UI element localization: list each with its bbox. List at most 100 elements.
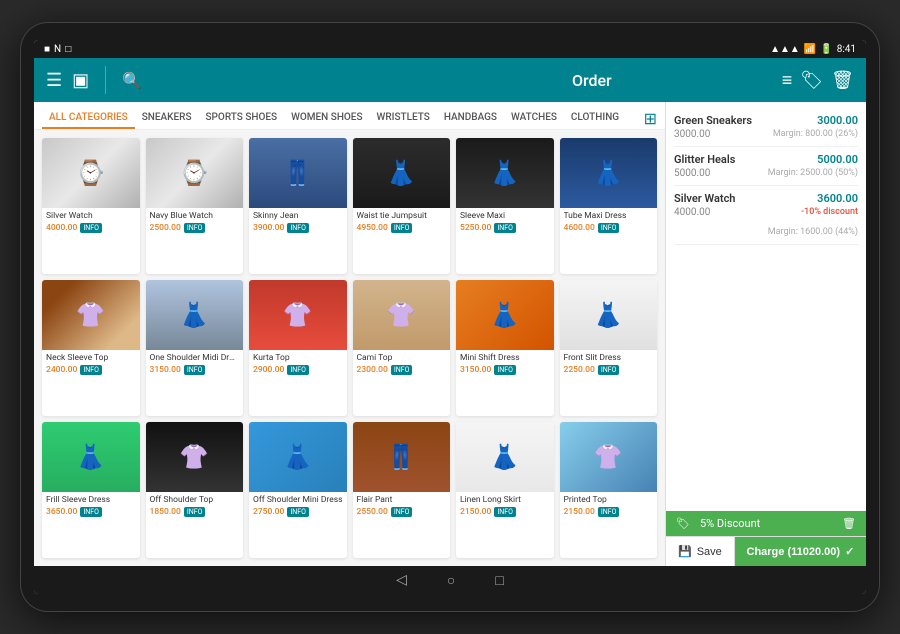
product-price-15: 2550.00 [357,507,388,517]
app-toolbar: ☰ ▣ 🔍 Order ≡ 🏷 🗑 [34,58,866,102]
product-info-badge-7[interactable]: INFO [184,365,206,375]
tag-icon[interactable]: 🏷 [800,70,823,91]
product-card-9[interactable]: 👚Cami Top2300.00INFO [353,280,451,416]
tab-clothing[interactable]: CLOTHING [564,108,626,129]
order-item-glitter-heals: Glitter Heals 5000.00 5000.00 Margin: 25… [674,147,858,186]
product-info-badge-2[interactable]: INFO [287,223,309,233]
product-card-4[interactable]: 👗Sleeve Maxi5250.00INFO [456,138,554,274]
tablet-frame: ■ N □ ▲▲▲ 📶 🔋 8:41 ☰ ▣ 🔍 Order [20,22,880,612]
product-info-badge-9[interactable]: INFO [391,365,413,375]
item-name-3: Silver Watch [674,192,735,205]
product-info-badge-8[interactable]: INFO [287,365,309,375]
toolbar-divider [105,66,106,94]
product-card-2[interactable]: 👖Skinny Jean3900.00INFO [249,138,347,274]
toolbar-right: ≡ 🏷 🗑 [782,70,854,91]
signal-icon: ▲▲▲ [770,44,800,55]
home-button[interactable]: ○ [447,572,455,589]
menu-icon[interactable]: ☰ [46,70,62,91]
product-info-badge-3[interactable]: INFO [391,223,413,233]
product-card-16[interactable]: 👗Linen Long Skirt2150.00INFO [456,422,554,558]
product-card-1[interactable]: ⌚Navy Blue Watch2500.00INFO [146,138,244,274]
product-card-15[interactable]: 👖Flair Pant2550.00INFO [353,422,451,558]
charge-icon: ✓ [845,545,854,558]
order-panel: Green Sneakers 3000.00 3000.00 Margin: 8… [666,102,866,566]
tab-handbags[interactable]: HANDBAGS [437,108,504,129]
product-card-12[interactable]: 👗Frill Sleeve Dress3650.00INFO [42,422,140,558]
product-card-17[interactable]: 👚Printed Top2150.00INFO [560,422,658,558]
product-info-badge-12[interactable]: INFO [80,507,102,517]
product-name-10: Mini Shift Dress [460,353,550,363]
product-card-14[interactable]: 👗Off Shoulder Mini Dress2750.00INFO [249,422,347,558]
item-price-1: 3000.00 [817,114,858,127]
order-items-list: Green Sneakers 3000.00 3000.00 Margin: 8… [666,102,866,511]
sort-icon[interactable]: ≡ [782,70,793,91]
product-price-5: 4600.00 [564,223,595,233]
tab-wristlets[interactable]: WRISTLETS [370,108,437,129]
discount-bar: 🏷 5% Discount 🗑 [666,511,866,536]
product-price-3: 4950.00 [357,223,388,233]
save-label: Save [697,546,722,558]
main-content: ALL CATEGORIES SNEAKERS SPORTS SHOES WOM… [34,102,866,566]
product-price-4: 5250.00 [460,223,491,233]
product-info-badge-15[interactable]: INFO [391,507,413,517]
item-margin-2: Margin: 2500.00 (50%) [768,168,858,179]
product-card-3[interactable]: 👗Waist tie Jumpsuit4950.00INFO [353,138,451,274]
discount-delete-icon[interactable]: 🗑 [842,517,856,530]
product-price-17: 2150.00 [564,507,595,517]
item-margin-1: Margin: 800.00 (26%) [773,129,858,140]
product-info-badge-17[interactable]: INFO [598,507,620,517]
item-discount-3: -10% discount [801,207,858,218]
product-card-8[interactable]: 👚Kurta Top2900.00INFO [249,280,347,416]
item-price-2: 5000.00 [817,153,858,166]
product-info-badge-5[interactable]: INFO [598,223,620,233]
product-info-badge-4[interactable]: INFO [494,223,516,233]
tab-sneakers[interactable]: SNEAKERS [135,108,199,129]
tab-women-shoes[interactable]: WOMEN SHOES [284,108,369,129]
product-card-13[interactable]: 👚Off Shoulder Top1850.00INFO [146,422,244,558]
product-card-7[interactable]: 👗One Shoulder Midi Dress3150.00INFO [146,280,244,416]
product-info-badge-13[interactable]: INFO [184,507,206,517]
item-subtotal-2: 5000.00 [674,168,710,179]
product-info-badge-10[interactable]: INFO [494,365,516,375]
recents-button[interactable]: □ [495,572,503,589]
product-name-14: Off Shoulder Mini Dress [253,495,343,505]
product-card-11[interactable]: 👗Front Slit Dress2250.00INFO [560,280,658,416]
status-icon-2: N [54,44,61,55]
charge-button[interactable]: Charge (11020.00) ✓ [735,537,866,566]
product-info-badge-6[interactable]: INFO [80,365,102,375]
back-button[interactable]: ◁ [396,572,407,588]
product-card-10[interactable]: 👗Mini Shift Dress3150.00INFO [456,280,554,416]
products-grid: ⌚Silver Watch4000.00INFO⌚Navy Blue Watch… [34,130,665,566]
square-icon[interactable]: ▣ [72,70,89,91]
status-left-icons: ■ N □ [44,44,71,55]
charge-label: Charge (11020.00) [747,546,841,558]
status-bar: ■ N □ ▲▲▲ 📶 🔋 8:41 [34,40,866,58]
product-name-1: Navy Blue Watch [150,211,240,221]
product-info-badge-11[interactable]: INFO [598,365,620,375]
product-name-7: One Shoulder Midi Dress [150,353,240,363]
product-name-0: Silver Watch [46,211,136,221]
order-actions: 💾 Save Charge (11020.00) ✓ [666,536,866,566]
product-name-11: Front Slit Dress [564,353,654,363]
product-card-0[interactable]: ⌚Silver Watch4000.00INFO [42,138,140,274]
tab-watches[interactable]: WATCHES [504,108,564,129]
product-info-badge-1[interactable]: INFO [184,223,206,233]
product-info-badge-0[interactable]: INFO [80,223,102,233]
product-card-6[interactable]: 👚Neck Sleeve Top2400.00INFO [42,280,140,416]
product-price-2: 3900.00 [253,223,284,233]
product-info-badge-14[interactable]: INFO [287,507,309,517]
tab-all-categories[interactable]: ALL CATEGORIES [42,108,135,129]
grid-view-icon[interactable]: ⊞ [644,109,657,128]
tab-sports-shoes[interactable]: SPORTS SHOES [199,108,285,129]
toolbar-left: ☰ ▣ 🔍 [46,66,402,94]
product-name-6: Neck Sleeve Top [46,353,136,363]
save-button[interactable]: 💾 Save [666,537,735,566]
product-name-12: Frill Sleeve Dress [46,495,136,505]
product-info-badge-16[interactable]: INFO [494,507,516,517]
search-icon[interactable]: 🔍 [122,71,142,90]
item-margin-3: Margin: 1600.00 (44%) [768,227,858,237]
trash-icon[interactable]: 🗑 [831,70,854,91]
product-name-4: Sleeve Maxi [460,211,550,221]
order-item-silver-watch: Silver Watch 3600.00 4000.00 -10% discou… [674,186,858,245]
product-card-5[interactable]: 👗Tube Maxi Dress4600.00INFO [560,138,658,274]
